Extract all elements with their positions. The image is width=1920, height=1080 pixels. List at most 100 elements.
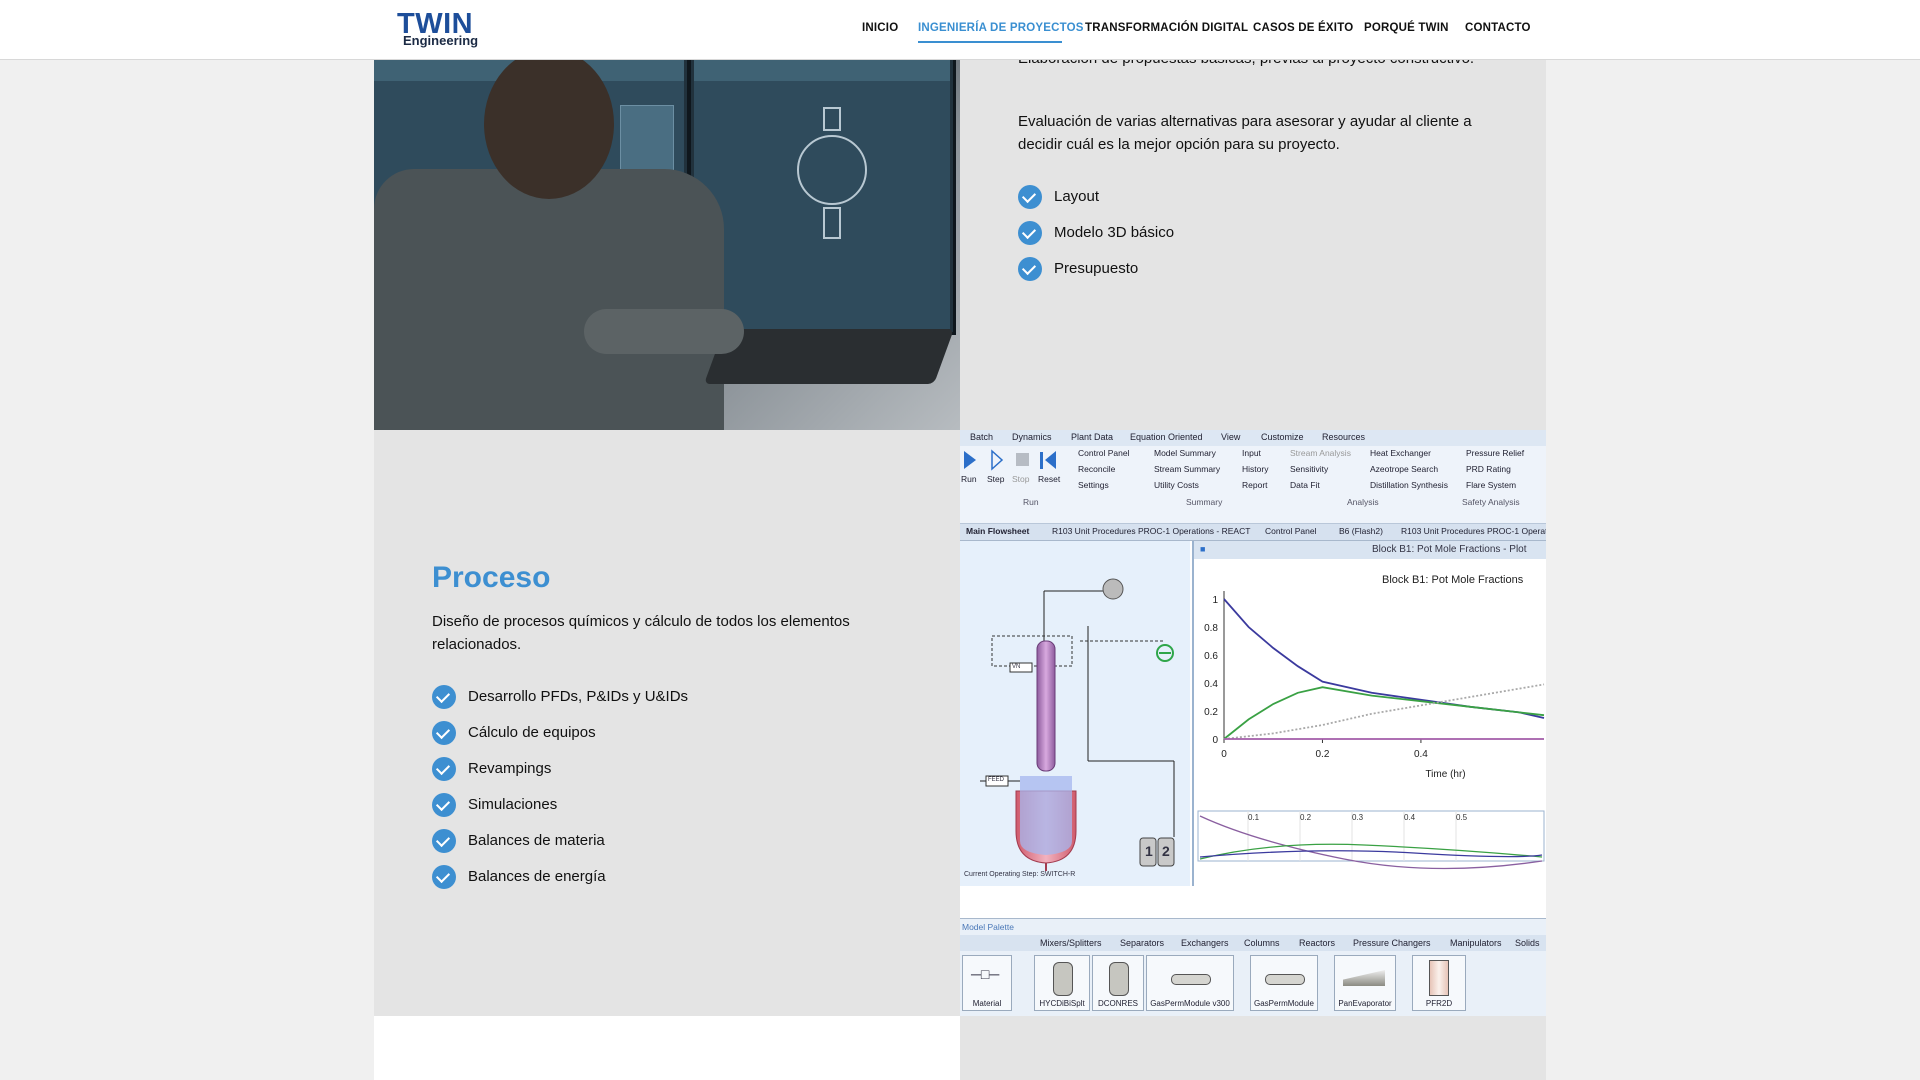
list-item-label: Simulaciones — [468, 796, 558, 813]
ribbon-item: Distillation Synthesis — [1370, 480, 1448, 490]
flowsheet-status: Current Operating Step: SWITCH-R — [964, 871, 1076, 878]
palette-tab: Pressure Changers — [1353, 938, 1431, 948]
cad-drawing — [797, 107, 867, 239]
monitor-right-screen — [694, 59, 950, 329]
run-controls-icons — [964, 449, 1056, 471]
ribbon-item: Utility Costs — [1154, 480, 1199, 490]
ribbon-item: PRD Rating — [1466, 464, 1511, 474]
palette-tab: Exchangers — [1181, 938, 1229, 948]
doc-tab: B6 (Flash2) — [1339, 526, 1383, 536]
palette-item: PFR2D — [1412, 955, 1466, 1011]
ribbon-tab: Plant Data — [1071, 432, 1114, 442]
ribbon-group-label: Run — [1023, 497, 1039, 507]
nav-transformacion[interactable]: TRANSFORMACIÓN DIGITAL — [1085, 20, 1248, 36]
nav-contacto[interactable]: CONTACTO — [1465, 20, 1531, 36]
ribbon-tab: View — [1221, 432, 1241, 442]
list-item: Modelo 3D básico — [1018, 220, 1174, 246]
check-icon — [432, 685, 456, 709]
ribbon-item: Report — [1242, 480, 1268, 490]
ribbon-item: Sensitivity — [1290, 464, 1329, 474]
x-tick-label: 0.4 — [1414, 749, 1428, 760]
palette-tab: Mixers/Splitters — [1040, 938, 1102, 948]
check-icon — [432, 721, 456, 745]
ribbon-item: Flare System — [1466, 480, 1517, 490]
bottom-white-block — [374, 1016, 960, 1080]
list-item-label: Cálculo de equipos — [468, 724, 596, 741]
y-tick-label: 0 — [1212, 735, 1218, 746]
stream-label: VN — [1012, 664, 1021, 670]
evaporator-icon — [1343, 970, 1385, 986]
ribbon: Run Step Stop Reset Control Panel Reconc… — [960, 446, 1546, 524]
palette-item-label: HYCDiBiSplt — [1039, 999, 1085, 1008]
series-line-1 — [1223, 598, 1545, 719]
nav-casos[interactable]: CASOS DE ÉXITO — [1253, 20, 1353, 36]
x-tick-label: 0 — [1221, 749, 1227, 760]
mini-tick-label: 0.2 — [1300, 813, 1312, 822]
list-item-label: Revampings — [468, 760, 552, 777]
list-item-label: Layout — [1054, 188, 1100, 205]
mini-tick-label: 0.5 — [1456, 813, 1468, 822]
nav-inicio[interactable]: INICIO — [862, 20, 898, 36]
stop-button: Stop — [1012, 474, 1030, 484]
list-item: Presupuesto — [1018, 256, 1138, 282]
palette-item: ─□─ Material — [962, 955, 1012, 1011]
ribbon-group-label: Analysis — [1347, 497, 1379, 507]
ribbon-item: Control Panel — [1078, 448, 1130, 458]
list-item-label: Balances de energía — [468, 868, 606, 885]
list-item: Cálculo de equipos — [432, 720, 596, 746]
ribbon-tab: Customize — [1261, 432, 1304, 442]
main-nav: INICIO INGENIERÍA DE PROYECTOS TRANSFORM… — [0, 0, 1920, 59]
nav-porque[interactable]: PORQUÉ TWIN — [1364, 20, 1449, 36]
y-tick-label: 0.4 — [1204, 679, 1218, 690]
palette-item-label: GasPermModule v300 — [1150, 999, 1230, 1008]
ribbon-item: Azeotrope Search — [1370, 464, 1439, 474]
series-line-3 — [1223, 683, 1545, 740]
ribbon-tab: Batch — [970, 432, 994, 442]
y-tick-label: 0.6 — [1204, 651, 1218, 662]
palette-item-label: GasPermModule — [1253, 999, 1315, 1008]
membrane-icon — [1265, 974, 1305, 985]
palette-item: PanEvaporator — [1334, 955, 1396, 1011]
site-header: TWIN Engineering INICIO INGENIERÍA DE PR… — [0, 0, 1920, 60]
x-tick-label: 0.2 — [1316, 749, 1330, 760]
flowsheet-diagram — [980, 578, 1175, 871]
palette-item: HYCDiBiSplt — [1034, 955, 1090, 1011]
check-icon — [1018, 185, 1042, 209]
palette-title: Model Palette — [962, 922, 1014, 932]
person-arm — [584, 309, 744, 354]
list-item: Balances de materia — [432, 828, 605, 854]
doc-tab: R103 Unit Procedures PROC-1 Operations -… — [1052, 526, 1251, 536]
step-button: Step — [987, 474, 1005, 484]
list-item: Balances de energía — [432, 864, 606, 890]
drum-label: 1 — [1145, 843, 1153, 859]
check-icon — [432, 757, 456, 781]
nav-active-underline — [918, 41, 1062, 43]
y-tick-label: 0.8 — [1204, 623, 1218, 634]
list-item: Simulaciones — [432, 792, 557, 818]
palette-tab: Separators — [1120, 938, 1165, 948]
flowsheet-panel: VN FEED 1 2 Current Operating Step: SWIT… — [960, 541, 1190, 886]
person-torso — [374, 169, 724, 430]
ribbon-item: Stream Summary — [1154, 464, 1221, 474]
palette-item-label: PFR2D — [1425, 999, 1453, 1008]
vessel-icon — [1053, 962, 1073, 996]
ribbon-item: Settings — [1078, 480, 1109, 490]
document-tabs: Main Flowsheet R103 Unit Procedures PROC… — [960, 524, 1546, 541]
ribbon-item: Model Summary — [1154, 448, 1216, 458]
pot-mole-fractions-chart: Block B1: Pot Mole Fractions 0 0.2 0.4 0.6 0.… — [1197, 574, 1545, 870]
palette-item-label: PanEvaporator — [1338, 999, 1392, 1008]
ribbon-item: Input — [1242, 448, 1261, 458]
check-icon — [432, 865, 456, 889]
palette-item: GasPermModule v300 — [1146, 955, 1234, 1011]
check-icon — [1018, 257, 1042, 281]
bottom-gray-block — [960, 1016, 1546, 1080]
ribbon-tabs: Batch Dynamics Plant Data Equation Orien… — [960, 430, 1546, 447]
vessel-icon — [1109, 962, 1129, 996]
nav-ingenieria[interactable]: INGENIERÍA DE PROYECTOS — [918, 20, 1084, 36]
list-item-label: Desarrollo PFDs, P&IDs y U&IDs — [468, 688, 689, 705]
membrane-icon — [1171, 974, 1211, 985]
check-icon — [432, 829, 456, 853]
simulation-screenshot: Batch Dynamics Plant Data Equation Orien… — [960, 430, 1546, 1016]
ribbon-item: Stream Analysis — [1290, 448, 1351, 458]
doc-tab: Main Flowsheet — [966, 526, 1030, 536]
